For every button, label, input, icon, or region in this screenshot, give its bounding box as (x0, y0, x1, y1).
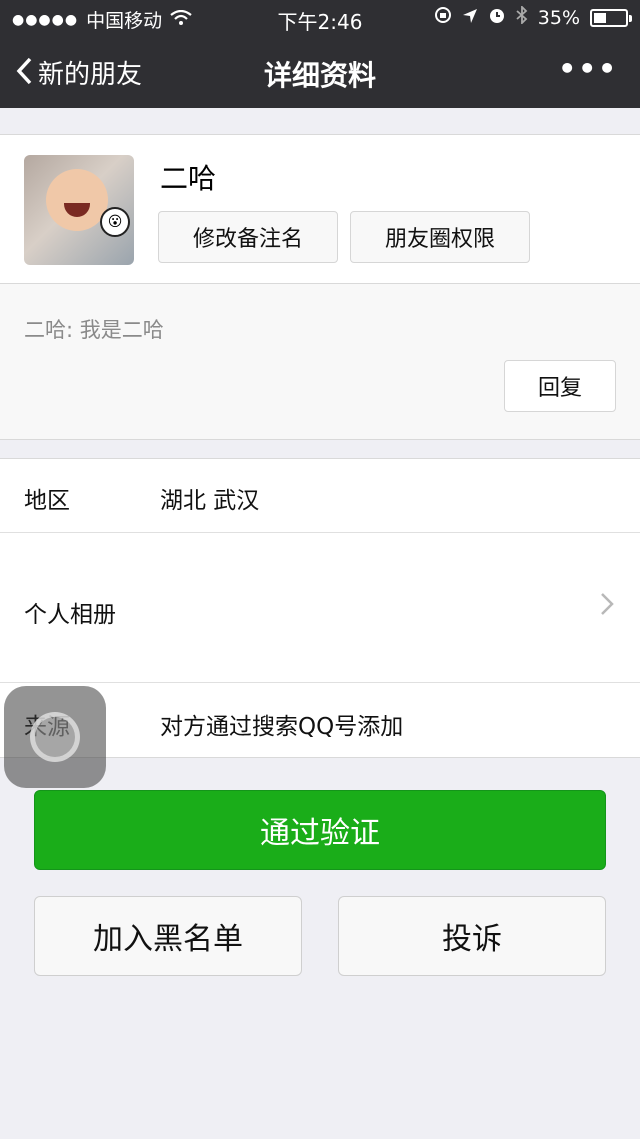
album-row[interactable]: 个人相册 (0, 533, 640, 683)
approve-verification-button[interactable]: 通过验证 (34, 790, 606, 870)
moments-permission-button[interactable]: 朋友圈权限 (350, 211, 530, 263)
assistive-touch-button[interactable] (4, 686, 106, 788)
add-to-blacklist-button[interactable]: 加入黑名单 (34, 896, 302, 976)
reply-button[interactable]: 回复 (504, 360, 616, 412)
alarm-icon (488, 6, 506, 29)
battery-icon (590, 8, 632, 27)
emoji-badge-icon: 😮 (100, 207, 130, 237)
album-label: 个人相册 (24, 602, 116, 628)
greeting-message: 二哈: 我是二哈 (24, 318, 164, 342)
bluetooth-icon (516, 4, 528, 29)
chevron-right-icon (600, 589, 614, 624)
battery-fill (594, 12, 606, 23)
profile-card: 😮 二哈 修改备注名 朋友圈权限 (0, 134, 640, 284)
avatar[interactable]: 😮 (24, 155, 134, 265)
top-bar: ●●●●● 中国移动 下午2:46 35% 新的朋友 详细资料 ••• (0, 0, 640, 108)
report-button[interactable]: 投诉 (338, 896, 606, 976)
region-row: 地区 湖北 武汉 (0, 459, 640, 533)
avatar-face (46, 169, 108, 231)
rotation-lock-icon (434, 6, 452, 29)
nickname: 二哈 (160, 162, 217, 195)
status-right: 35% (434, 4, 632, 29)
navigation-bar: 新的朋友 详细资料 ••• (0, 40, 640, 106)
assistive-touch-icon (30, 712, 80, 762)
page-title: 详细资料 (263, 59, 376, 92)
edit-remark-button[interactable]: 修改备注名 (158, 211, 338, 263)
region-label: 地区 (24, 488, 70, 514)
location-icon (462, 7, 478, 29)
more-options-button[interactable]: ••• (558, 52, 618, 85)
status-bar: ●●●●● 中国移动 下午2:46 35% (0, 0, 640, 36)
greeting-section: 二哈: 我是二哈 回复 (0, 284, 640, 440)
source-value: 对方通过搜索QQ号添加 (160, 714, 404, 740)
region-value: 湖北 武汉 (160, 488, 260, 514)
battery-percent: 35% (537, 6, 580, 29)
